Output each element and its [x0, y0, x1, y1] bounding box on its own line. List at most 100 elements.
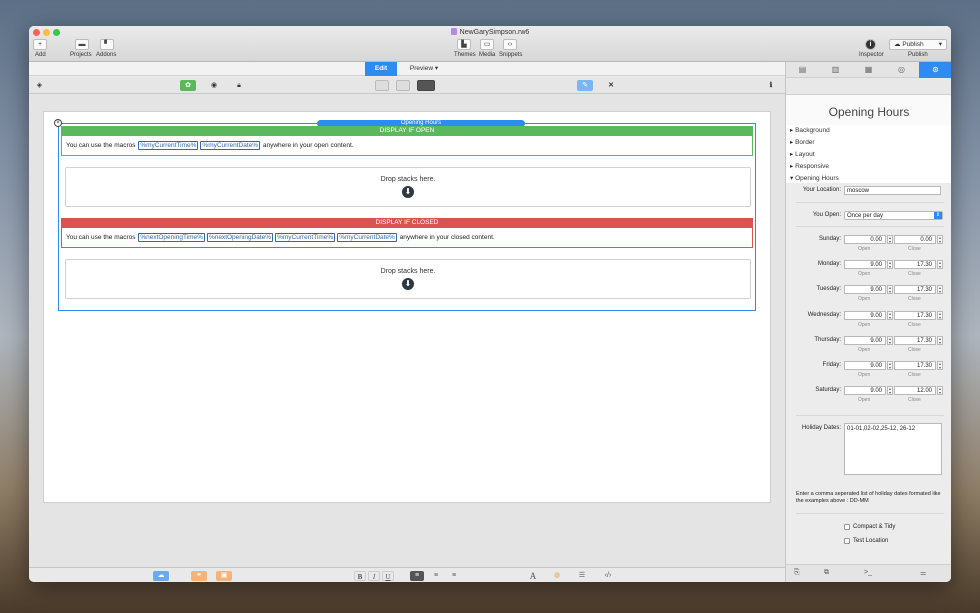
- section-responsive[interactable]: ▸ Responsive: [786, 161, 951, 173]
- drop-zone-closed[interactable]: Drop stacks here. ⬇: [65, 259, 751, 299]
- test-location-checkbox[interactable]: [844, 538, 850, 544]
- section-background[interactable]: ▸ Background: [786, 125, 951, 137]
- close-time-field[interactable]: 0.00: [894, 235, 936, 244]
- close-time-stepper[interactable]: ▴ ▾: [937, 285, 943, 295]
- section-layout[interactable]: ▸ Layout: [786, 149, 951, 161]
- you-open-select[interactable]: Once per day ⇕: [844, 211, 943, 220]
- close-time-field[interactable]: 17.30: [894, 260, 936, 270]
- open-time-stepper[interactable]: ▴ ▾: [887, 335, 893, 345]
- media-button[interactable]: ▭: [480, 39, 494, 50]
- close-time-stepper[interactable]: ▴ ▾: [937, 310, 943, 320]
- cube-icon[interactable]: ◈: [34, 80, 45, 91]
- close-time-field[interactable]: 17.30: [894, 361, 936, 370]
- divider: [796, 415, 944, 416]
- addons-button[interactable]: ▘: [100, 39, 114, 50]
- code-icon[interactable]: ‹/›: [601, 571, 615, 581]
- location-label: Your Location:: [802, 187, 841, 193]
- close-time-field[interactable]: 17.30: [894, 285, 936, 295]
- align-right-icon[interactable]: ≡: [447, 571, 461, 581]
- styles-inspector-icon[interactable]: ▦: [852, 62, 885, 78]
- font-icon[interactable]: A: [527, 571, 539, 581]
- open-time-stepper[interactable]: ▴ ▾: [887, 310, 893, 320]
- italic-icon[interactable]: I: [368, 571, 380, 581]
- day-label: Tuesday:: [816, 286, 841, 293]
- themes-button[interactable]: ▙: [457, 39, 471, 50]
- page-inspector-icon[interactable]: ▤: [786, 62, 819, 78]
- add-button[interactable]: +: [33, 39, 47, 50]
- inspector-button[interactable]: i: [865, 39, 876, 50]
- inspector-title: Opening Hours: [828, 105, 910, 119]
- eye-icon[interactable]: ◉: [208, 80, 220, 91]
- close-time-stepper[interactable]: ▴ ▾: [937, 235, 943, 244]
- terminal-icon[interactable]: >_: [864, 569, 872, 576]
- snippets-button[interactable]: ‹›: [503, 39, 517, 50]
- format-bar: ☁ ⚭ ▣ B I U ≡ ≡ ≡ A ◍ ☰ ‹/›: [29, 567, 785, 582]
- mobile-view-button[interactable]: [375, 80, 389, 91]
- stacks-icon[interactable]: ✿: [180, 80, 196, 91]
- open-time-field[interactable]: 9.00: [844, 285, 886, 295]
- tab-edit[interactable]: Edit: [365, 62, 397, 76]
- open-header: DISPLAY IF OPEN: [61, 126, 753, 136]
- desktop-view-button[interactable]: [417, 80, 435, 91]
- open-time-stepper[interactable]: ▴ ▾: [887, 386, 893, 396]
- open-time-stepper[interactable]: ▴ ▾: [887, 235, 893, 244]
- drop-zone-open[interactable]: Drop stacks here. ⬇: [65, 167, 751, 207]
- tab-preview[interactable]: Preview ▾: [401, 62, 447, 76]
- link-icon[interactable]: ⚭: [191, 571, 207, 581]
- close-time-stepper[interactable]: ▴ ▾: [937, 361, 943, 370]
- color-wheel-icon[interactable]: ◍: [551, 571, 563, 581]
- bold-icon[interactable]: B: [354, 571, 366, 581]
- open-time-field[interactable]: 9.00: [844, 386, 886, 396]
- open-time-stepper[interactable]: ▴ ▾: [887, 260, 893, 270]
- open-time-stepper[interactable]: ▴ ▾: [887, 285, 893, 295]
- location-field[interactable]: moscow: [844, 186, 941, 195]
- link-inspector-icon[interactable]: ◎: [885, 62, 918, 78]
- close-time-field[interactable]: 17.30: [894, 335, 936, 345]
- compact-checkbox[interactable]: [844, 524, 850, 530]
- close-icon[interactable]: ✕: [603, 80, 619, 91]
- publish-button[interactable]: ☁ Publish ▾: [889, 39, 947, 50]
- close-time-stepper[interactable]: ▴ ▾: [937, 260, 943, 270]
- open-time-stepper[interactable]: ▴ ▾: [887, 361, 893, 370]
- cloud-icon[interactable]: ☁: [153, 571, 169, 581]
- close-time-field[interactable]: 12.00: [894, 386, 936, 396]
- layout-inspector-icon[interactable]: ▥: [819, 62, 852, 78]
- open-time-field[interactable]: 0.00: [844, 235, 886, 244]
- open-sub-label: Open: [858, 346, 871, 353]
- close-sub-label: Close: [908, 346, 921, 353]
- projects-button[interactable]: ▬: [75, 39, 89, 50]
- underline-icon[interactable]: U: [382, 571, 394, 581]
- pencil-icon[interactable]: ✎: [577, 80, 593, 91]
- image-icon[interactable]: ▣: [216, 571, 232, 581]
- open-time-field[interactable]: 9.00: [844, 335, 886, 345]
- info-icon[interactable]: ℹ: [765, 80, 777, 91]
- window-icon[interactable]: ⧉: [824, 569, 829, 577]
- title-bar: NewGarySimpson.rw6 + Add ▬ Projects ▘ Ad…: [29, 26, 951, 62]
- export-icon[interactable]: ⎘: [794, 569, 800, 577]
- open-time-field[interactable]: 9.00: [844, 260, 886, 270]
- tablet-view-button[interactable]: [396, 80, 410, 91]
- holiday-dates-field[interactable]: 01-01,02-02,25-12, 26-12: [844, 423, 942, 475]
- lock-icon[interactable]: 🔒︎: [233, 80, 245, 91]
- inspector-panel: ▤ ▥ ▦ ◎ ⊛ Opening Hours ▸ Background ▸ B…: [785, 62, 951, 582]
- stack-inspector-icon[interactable]: ⊛: [919, 62, 951, 78]
- open-time-field[interactable]: 9.00: [844, 310, 886, 320]
- holiday-help-text: Enter a comma seperated list of holiday …: [796, 491, 941, 504]
- open-time-field[interactable]: 9.00: [844, 361, 886, 370]
- close-time-stepper[interactable]: ▴ ▾: [937, 335, 943, 345]
- align-center-icon[interactable]: ≡: [429, 571, 443, 581]
- macro-tag: %nextOpeningDate%: [206, 233, 274, 242]
- close-time-field[interactable]: 17.30: [894, 310, 936, 320]
- opening-hours-stack[interactable]: Opening Hours × DISPLAY IF OPEN You can …: [54, 119, 756, 311]
- align-left-icon[interactable]: ≡: [410, 571, 424, 581]
- plus-icon: +: [37, 41, 43, 48]
- inspector-bottom-bar: ⎘ ⧉ >_ ⚌: [786, 564, 951, 582]
- list-icon[interactable]: ☰: [576, 571, 588, 581]
- section-border[interactable]: ▸ Border: [786, 137, 951, 149]
- close-time-stepper[interactable]: ▴ ▾: [937, 386, 943, 396]
- chevron-down-icon: ▾: [434, 65, 439, 72]
- inspector-info-bar: [786, 78, 951, 95]
- sliders-icon[interactable]: ⚌: [920, 569, 926, 577]
- open-sub-label: Open: [858, 296, 871, 303]
- open-sub-label: Open: [858, 321, 871, 328]
